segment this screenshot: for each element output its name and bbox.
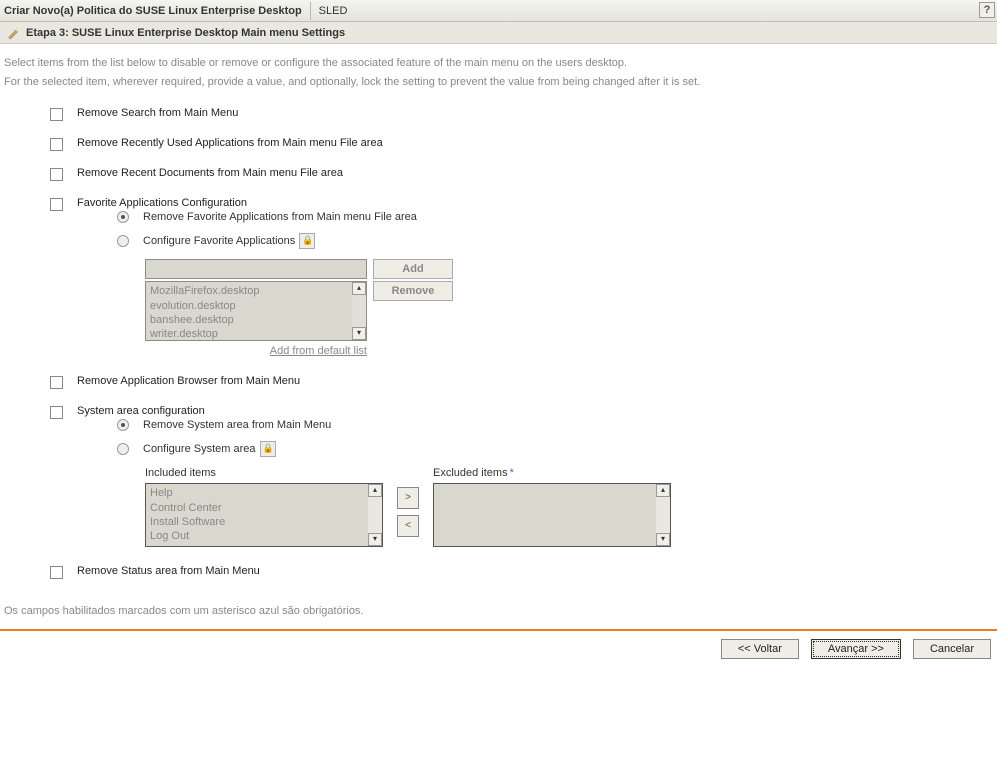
checkbox-remove-status[interactable] [50, 566, 63, 579]
window-title: Criar Novo(a) Politica do SUSE Linux Ent… [4, 5, 302, 17]
back-button[interactable]: << Voltar [721, 639, 799, 659]
label-sys-configure: Configure System area [143, 443, 256, 455]
step-title: Etapa 3: SUSE Linux Enterprise Desktop M… [26, 27, 345, 39]
checkbox-remove-search[interactable] [50, 108, 63, 121]
required-asterisk: * [510, 467, 514, 479]
label-remove-search: Remove Search from Main Menu [77, 107, 238, 119]
checkbox-fav-config[interactable] [50, 198, 63, 211]
move-right-button[interactable]: > [397, 487, 419, 509]
form-area: Remove Search from Main Menu Remove Rece… [0, 95, 997, 599]
intro-line1: Select items from the list below to disa… [4, 54, 993, 73]
checkbox-remove-recent-docs[interactable] [50, 168, 63, 181]
intro-text: Select items from the list below to disa… [0, 44, 997, 95]
lock-icon[interactable] [299, 233, 315, 249]
list-item[interactable]: banshee.desktop [150, 313, 348, 327]
radio-sys-remove[interactable] [117, 419, 129, 431]
scrollbar[interactable]: ▴ ▾ [352, 282, 366, 340]
included-items-list[interactable]: Help Control Center Install Software Log… [145, 483, 383, 547]
scrollbar[interactable]: ▴ ▾ [368, 484, 382, 546]
cancel-button[interactable]: Cancelar [913, 639, 991, 659]
fav-app-list-items: MozillaFirefox.desktop evolution.desktop… [146, 282, 352, 340]
header-bar: Criar Novo(a) Politica do SUSE Linux Ent… [0, 0, 997, 22]
scroll-up-icon[interactable]: ▴ [368, 484, 382, 497]
lock-icon[interactable] [260, 441, 276, 457]
scroll-up-icon[interactable]: ▴ [656, 484, 670, 497]
add-from-default-link[interactable]: Add from default list [145, 345, 367, 357]
scroll-down-icon[interactable]: ▾ [352, 327, 366, 340]
included-items-content: Help Control Center Install Software Log… [146, 484, 368, 546]
separator [0, 629, 997, 631]
included-items-label: Included items [145, 467, 383, 479]
scrollbar[interactable]: ▴ ▾ [656, 484, 670, 546]
label-remove-app-browser: Remove Application Browser from Main Men… [77, 375, 300, 387]
step-bar: Etapa 3: SUSE Linux Enterprise Desktop M… [0, 22, 997, 44]
list-item[interactable]: writer.desktop [150, 327, 348, 340]
label-fav-configure: Configure Favorite Applications [143, 235, 295, 247]
wand-icon [6, 26, 20, 40]
wizard-buttons: << Voltar Avançar >> Cancelar [0, 637, 997, 667]
checkbox-remove-recent-apps[interactable] [50, 138, 63, 151]
radio-sys-configure[interactable] [117, 443, 129, 455]
list-item[interactable]: Control Center [150, 501, 364, 515]
list-item[interactable]: evolution.desktop [150, 299, 348, 313]
label-sys-remove: Remove System area from Main Menu [143, 419, 331, 431]
label-sys-config: System area configuration [77, 405, 205, 417]
add-button[interactable]: Add [373, 259, 453, 279]
footer-note: Os campos habilitados marcados com um as… [0, 599, 997, 625]
intro-line2: For the selected item, wherever required… [4, 73, 993, 92]
list-item[interactable]: Install Software [150, 515, 364, 529]
help-button[interactable]: ? [979, 2, 995, 18]
next-button[interactable]: Avançar >> [811, 639, 901, 659]
label-remove-recent-apps: Remove Recently Used Applications from M… [77, 137, 383, 149]
label-fav-config: Favorite Applications Configuration [77, 197, 247, 209]
checkbox-remove-app-browser[interactable] [50, 376, 63, 389]
header-subtitle: SLED [319, 5, 348, 17]
scroll-up-icon[interactable]: ▴ [352, 282, 366, 295]
fav-app-input[interactable] [145, 259, 367, 279]
excluded-items-content [434, 484, 656, 546]
fav-app-list[interactable]: MozillaFirefox.desktop evolution.desktop… [145, 281, 367, 341]
move-left-button[interactable]: < [397, 515, 419, 537]
list-item[interactable]: Help [150, 486, 364, 500]
label-fav-remove: Remove Favorite Applications from Main m… [143, 211, 417, 223]
list-item[interactable]: Log Out [150, 529, 364, 543]
label-remove-status: Remove Status area from Main Menu [77, 565, 260, 577]
radio-fav-configure[interactable] [117, 235, 129, 247]
scroll-down-icon[interactable]: ▾ [656, 533, 670, 546]
label-remove-recent-docs: Remove Recent Documents from Main menu F… [77, 167, 343, 179]
excluded-items-label: Excluded items* [433, 467, 671, 479]
list-item[interactable]: MozillaFirefox.desktop [150, 284, 348, 298]
remove-button[interactable]: Remove [373, 281, 453, 301]
checkbox-sys-config[interactable] [50, 406, 63, 419]
radio-fav-remove[interactable] [117, 211, 129, 223]
excluded-items-list[interactable]: ▴ ▾ [433, 483, 671, 547]
scroll-down-icon[interactable]: ▾ [368, 533, 382, 546]
